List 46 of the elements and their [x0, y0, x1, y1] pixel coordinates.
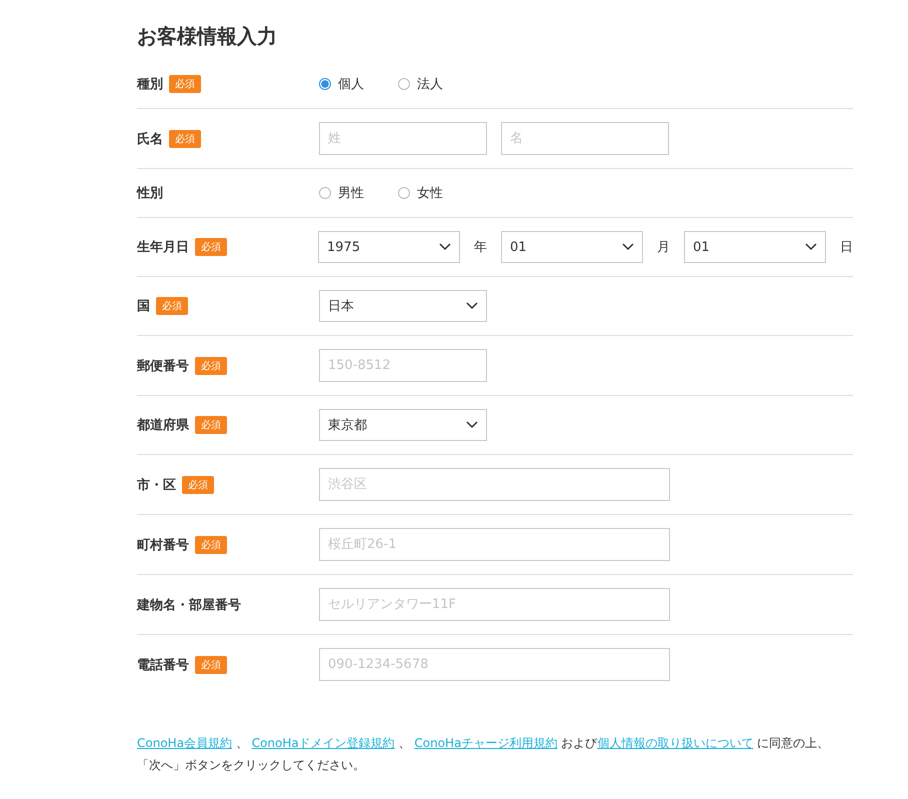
field-label: 建物名・部屋番号: [137, 596, 241, 614]
field-label: 種別: [137, 76, 163, 93]
agreement-text: ConoHa会員規約 、 ConoHaドメイン登録規約 、 ConoHaチャージ利用規約 および個人情報の取り扱いについて に同意の上、「次へ」ボタンをクリックしてください。: [137, 735, 830, 774]
field-label: 電話番号: [137, 656, 189, 674]
select-field[interactable]: 01: [501, 231, 643, 263]
field-label: 町村番号: [137, 536, 189, 554]
chevron-down-icon: [466, 302, 478, 310]
chevron-down-icon: [805, 243, 817, 251]
required-badge: 必須: [169, 130, 201, 148]
input-field[interactable]: セルリアンタワー11F: [319, 588, 670, 621]
radio-option[interactable]: 法人: [398, 75, 443, 93]
required-badge: 必須: [195, 356, 227, 374]
chevron-down-icon: [466, 421, 478, 429]
required-badge: 必須: [156, 297, 188, 315]
radio-option[interactable]: 男性: [319, 184, 364, 202]
chevron-down-icon: [439, 243, 451, 251]
field-label: 郵便番号: [137, 358, 189, 374]
field-label: 市・区: [137, 476, 176, 494]
input-field[interactable]: 渋谷区: [319, 468, 670, 501]
select-field[interactable]: 日本: [319, 290, 487, 322]
unit-label: 年: [474, 239, 487, 256]
radio-option[interactable]: 個人: [319, 75, 364, 93]
input-field[interactable]: 名: [501, 122, 669, 155]
input-field[interactable]: 姓: [319, 122, 487, 155]
input-field[interactable]: 150-8512: [319, 349, 487, 382]
field-label: 都道府県: [137, 416, 189, 434]
select-field[interactable]: 東京都: [319, 409, 487, 441]
required-badge: 必須: [195, 536, 227, 554]
unit-label: 月: [657, 239, 670, 256]
required-badge: 必須: [182, 476, 214, 494]
field-label: 生年月日: [137, 239, 189, 256]
radio-option[interactable]: 女性: [398, 184, 443, 202]
unit-label: 日: [840, 239, 853, 256]
required-badge: 必須: [195, 416, 227, 434]
field-label: 国: [137, 298, 150, 315]
select-field[interactable]: 01: [684, 231, 826, 263]
input-field[interactable]: 090-1234-5678: [319, 648, 670, 681]
required-badge: 必須: [169, 75, 201, 93]
required-badge: 必須: [195, 656, 227, 674]
select-field[interactable]: 1975: [318, 231, 460, 263]
field-label: 性別: [137, 185, 163, 202]
required-badge: 必須: [195, 238, 227, 256]
input-field[interactable]: 桜丘町26-1: [319, 528, 670, 561]
page-title: お客様情報入力: [137, 23, 278, 50]
chevron-down-icon: [622, 243, 634, 251]
field-label: 氏名: [137, 130, 163, 148]
